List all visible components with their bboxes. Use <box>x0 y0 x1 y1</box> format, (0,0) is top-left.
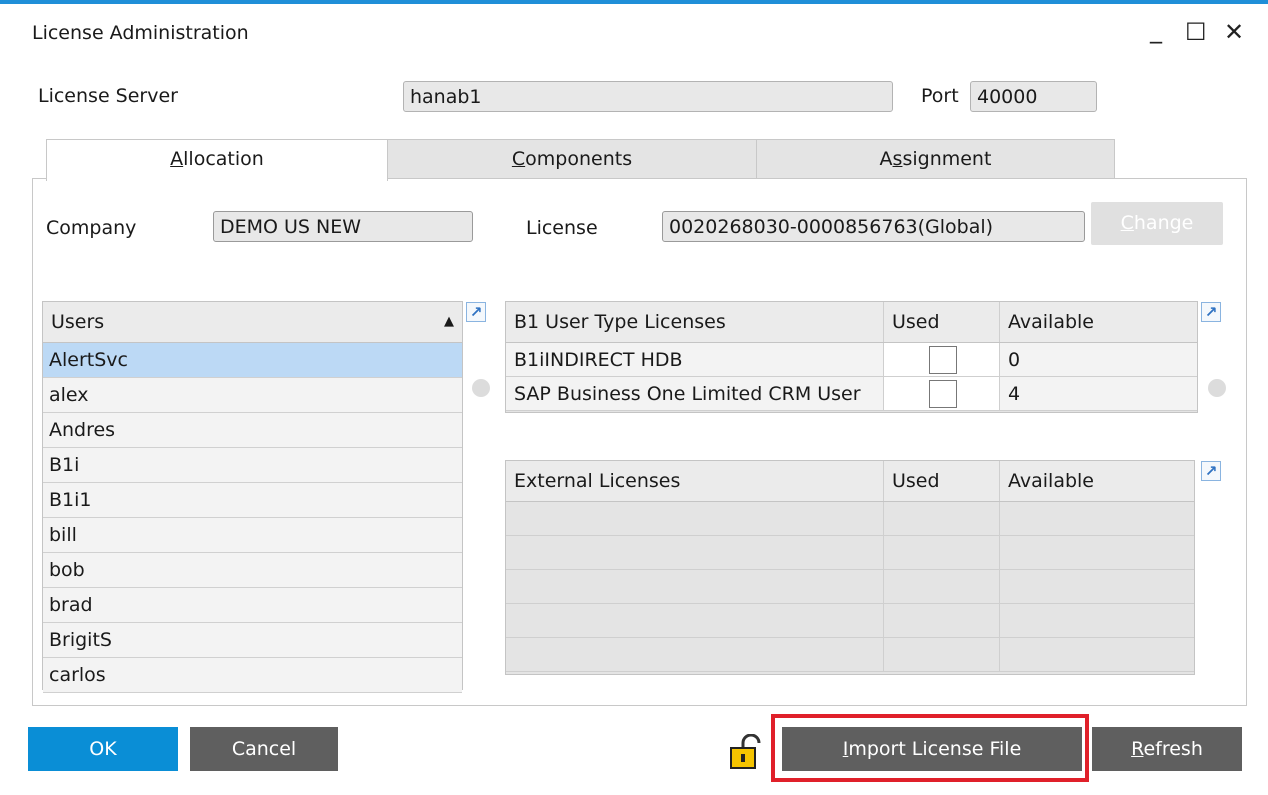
cancel-button[interactable]: Cancel <box>190 727 338 771</box>
license-server-field[interactable]: hanab1 <box>403 81 893 112</box>
splitter-handle-right[interactable] <box>1208 379 1226 397</box>
table-row[interactable]: SAP Business One Limited CRM User 4 <box>506 377 1197 411</box>
list-item[interactable]: Andres <box>43 413 462 448</box>
port-label: Port <box>921 85 959 107</box>
tab-allocation[interactable]: Allocation <box>46 139 388 181</box>
expand-external-licenses-icon[interactable]: ↗ <box>1201 461 1221 481</box>
users-header-label: Users <box>51 311 105 333</box>
company-field[interactable]: DEMO US NEW <box>213 211 473 242</box>
tab-assignment[interactable]: Assignment <box>756 139 1115 179</box>
external-licenses-col-available[interactable]: Available <box>1000 461 1194 501</box>
table-cell <box>1000 638 1194 672</box>
table-cell <box>884 502 1000 536</box>
b1-licenses-header: B1 User Type Licenses Used Available <box>506 302 1197 343</box>
license-name-cell: B1iINDIRECT HDB <box>506 343 884 377</box>
table-row[interactable] <box>506 536 1194 570</box>
table-row[interactable]: B1iINDIRECT HDB 0 <box>506 343 1197 377</box>
table-cell <box>1000 570 1194 604</box>
users-grid-header[interactable]: Users ▲ <box>43 302 462 343</box>
external-licenses-grid: External Licenses Used Available <box>505 460 1195 675</box>
maximize-icon[interactable]: ☐ <box>1185 18 1207 46</box>
list-item[interactable]: B1i <box>43 448 462 483</box>
table-cell <box>1000 604 1194 638</box>
refresh-button[interactable]: Refresh <box>1092 727 1242 771</box>
table-cell <box>506 604 884 638</box>
tab-components[interactable]: Components <box>387 139 757 179</box>
splitter-handle-left[interactable] <box>472 379 490 397</box>
external-licenses-rows <box>506 502 1194 672</box>
sort-ascending-icon: ▲ <box>444 314 454 329</box>
license-label: License <box>526 217 598 239</box>
table-row[interactable] <box>506 570 1194 604</box>
table-cell <box>1000 536 1194 570</box>
license-used-cell <box>884 377 1000 411</box>
table-row[interactable] <box>506 502 1194 536</box>
users-grid: Users ▲ AlertSvc alex Andres B1i B1i1 bill bob… <box>42 301 463 693</box>
table-cell <box>884 638 1000 672</box>
table-cell <box>884 536 1000 570</box>
license-field[interactable]: 0020268030-0000856763(Global) <box>662 211 1085 242</box>
used-checkbox[interactable] <box>929 380 957 408</box>
table-cell <box>884 604 1000 638</box>
close-icon[interactable]: ✕ <box>1224 18 1244 46</box>
external-licenses-col-name[interactable]: External Licenses <box>506 461 884 501</box>
b1-licenses-col-used[interactable]: Used <box>884 302 1000 342</box>
port-field[interactable]: 40000 <box>970 81 1097 112</box>
b1-licenses-col-available[interactable]: Available <box>1000 302 1197 342</box>
table-cell <box>884 570 1000 604</box>
table-cell <box>506 536 884 570</box>
table-cell <box>506 638 884 672</box>
users-list: AlertSvc alex Andres B1i B1i1 bill bob brad Brig… <box>43 343 462 693</box>
table-cell <box>506 570 884 604</box>
license-available-cell: 0 <box>1000 343 1197 377</box>
highlight-annotation <box>771 714 1089 782</box>
license-used-cell <box>884 343 1000 377</box>
list-item[interactable]: alex <box>43 378 462 413</box>
table-cell <box>506 502 884 536</box>
list-item[interactable]: carlos <box>43 658 462 693</box>
change-button[interactable]: Change <box>1091 202 1223 245</box>
table-cell <box>1000 502 1194 536</box>
external-licenses-header: External Licenses Used Available <box>506 461 1194 502</box>
table-row[interactable] <box>506 604 1194 638</box>
license-name-cell: SAP Business One Limited CRM User <box>506 377 884 411</box>
list-item[interactable]: BrigitS <box>43 623 462 658</box>
list-item[interactable]: bill <box>43 518 462 553</box>
list-item[interactable]: B1i1 <box>43 483 462 518</box>
company-label: Company <box>46 217 137 239</box>
list-item[interactable]: bob <box>43 553 462 588</box>
expand-users-icon[interactable]: ↗ <box>466 302 486 322</box>
minimize-icon[interactable]: _ <box>1150 16 1162 44</box>
list-item[interactable]: AlertSvc <box>43 343 462 378</box>
used-checkbox[interactable] <box>929 346 957 374</box>
license-server-label: License Server <box>38 85 178 107</box>
license-available-cell: 4 <box>1000 377 1197 411</box>
window-top-accent <box>0 0 1268 4</box>
window-title: License Administration <box>32 22 249 44</box>
lock-icon[interactable] <box>727 733 767 770</box>
ok-button[interactable]: OK <box>28 727 178 771</box>
list-item[interactable]: brad <box>43 588 462 623</box>
expand-b1-licenses-icon[interactable]: ↗ <box>1201 302 1221 322</box>
table-row[interactable] <box>506 638 1194 672</box>
external-licenses-col-used[interactable]: Used <box>884 461 1000 501</box>
b1-user-type-licenses-grid: B1 User Type Licenses Used Available B1i… <box>505 301 1198 413</box>
b1-licenses-col-name[interactable]: B1 User Type Licenses <box>506 302 884 342</box>
